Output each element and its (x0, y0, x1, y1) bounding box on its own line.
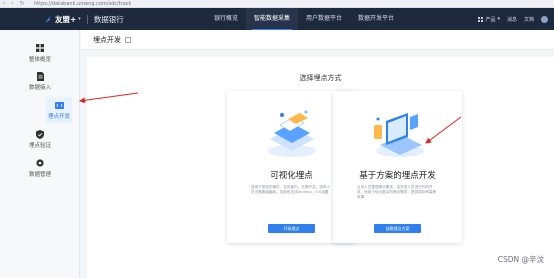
sidebar-item-tracking-verify[interactable]: 埋点验证 (0, 126, 80, 152)
messages-link[interactable]: 消息 (507, 16, 517, 23)
code-icon (54, 101, 64, 110)
sidebar-item-overview[interactable]: 整体概览 (0, 40, 80, 66)
logo-divider (86, 14, 88, 24)
sidebar: 整体概览 数据接入 埋点开发 埋点验证 数据管理 (0, 30, 80, 278)
products-caret-icon: ▾ (497, 16, 500, 22)
header-right-menu: 产品 ▾ 消息 文档 (478, 8, 548, 30)
gear-icon (36, 159, 45, 168)
top-bar: 友盟+ ▾ 数据银行 银行概览 智能数据采集 用户数据平台 数据开发平台 产品 … (0, 8, 554, 30)
page-header: 埋点开发 (81, 30, 554, 50)
sidebar-item-label: 数据管理 (28, 171, 51, 178)
method-panel: 选择埋点方式 可视化埋点 适用于按钮的事件、在页面内、无需开发。如有人员无需要接… (87, 57, 554, 278)
nav-smart-collection[interactable]: 智能数据采集 (246, 8, 299, 30)
card-description: 适用于按钮的事件、在页面内、无需开发。如有人员无需要接触库。目前也支持Andro… (251, 185, 331, 195)
card-title: 基于方案的埋点开发 (359, 171, 436, 181)
logo[interactable]: 友盟+ ▾ 数据银行 (44, 8, 124, 30)
card-description: 业务人员整理埋点需求、由开发人员进行代码开发，适用于较为复杂的埋点需求，提供成功… (357, 185, 437, 200)
umeng-logo-icon (44, 14, 52, 24)
product-name: 数据银行 (93, 14, 124, 24)
apps-grid-icon (478, 16, 484, 22)
products-menu[interactable]: 产品 ▾ (478, 16, 500, 23)
top-nav: 银行概览 智能数据采集 用户数据平台 数据开发平台 (206, 8, 402, 30)
watermark: CSDN @辛汶 (497, 255, 544, 264)
browser-address-bar: ‹ › ↻ https://databank.umeng.com/sdc/tra… (0, 0, 554, 8)
brand-name: 友盟+ (55, 14, 77, 24)
start-tracking-button[interactable]: 开始埋点 (268, 224, 315, 233)
section-title: 选择埋点方式 (299, 74, 342, 82)
sidebar-item-label: 数据接入 (28, 84, 51, 91)
page-title: 埋点开发 (93, 35, 121, 44)
products-label: 产品 (485, 16, 496, 23)
docs-link[interactable]: 文档 (524, 16, 534, 23)
sidebar-item-tracking-dev[interactable]: 埋点开发 (46, 97, 72, 123)
main-content: 埋点开发 选择埋点方式 可视化埋点 适用于按钮的事件、在页面内、无需开发。如有人… (81, 30, 554, 278)
address-url[interactable]: https://databank.umeng.com/sdc/track (34, 0, 131, 8)
sidebar-item-data-manage[interactable]: 数据管理 (0, 155, 80, 181)
plan-tracking-card: 基于方案的埋点开发 业务人员整理埋点需求、由开发人员进行代码开发，适用于较为复杂… (333, 91, 462, 243)
sidebar-item-data-access[interactable]: 数据接入 (0, 68, 80, 94)
document-icon (36, 71, 45, 81)
avatar[interactable] (541, 15, 548, 23)
sidebar-item-label: 整体概览 (28, 56, 51, 63)
nav-data-dev-platform[interactable]: 数据开发平台 (350, 8, 402, 30)
shield-icon (36, 129, 45, 139)
nav-user-data-platform[interactable]: 用户数据平台 (298, 8, 350, 30)
grid-icon (36, 44, 45, 53)
brand-caret-icon: ▾ (78, 16, 81, 22)
create-plan-button[interactable]: 创建埋点方案 (374, 224, 421, 233)
sidebar-item-label: 埋点验证 (28, 142, 51, 149)
browser-nav-buttons[interactable]: ‹ › ↻ (3, 0, 27, 8)
doc-icon[interactable] (125, 36, 131, 43)
nav-bank-overview[interactable]: 银行概览 (206, 8, 246, 30)
plan-tracking-illustration-icon (333, 105, 462, 161)
sidebar-item-label: 埋点开发 (47, 113, 70, 120)
